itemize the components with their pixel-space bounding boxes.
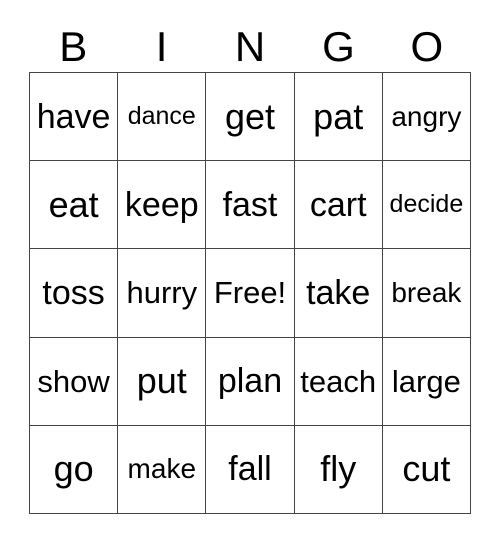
bingo-cell-label: Free!	[213, 275, 287, 311]
bingo-cell-label: toss	[42, 273, 105, 312]
bingo-cell[interactable]: fast	[206, 161, 295, 250]
bingo-cell-label: hurry	[126, 275, 198, 311]
bingo-cell-label: pat	[313, 95, 364, 137]
bingo-cell-label: fly	[320, 448, 357, 490]
header-letter-g: G	[322, 23, 355, 70]
bingo-cell-label: go	[53, 448, 94, 490]
bingo-cell[interactable]: break	[382, 249, 471, 338]
header-letter-o: O	[410, 23, 444, 70]
bingo-cell[interactable]: hurry	[118, 249, 207, 338]
bingo-cell-label: angry	[391, 100, 462, 132]
bingo-cell-label: break	[391, 276, 462, 308]
bingo-cell[interactable]: large	[382, 337, 471, 426]
bingo-free-cell[interactable]: Free!	[206, 249, 295, 338]
bingo-cell-label: cut	[402, 448, 451, 490]
bingo-cell[interactable]: toss	[30, 249, 119, 338]
bingo-cell-label: cart	[309, 185, 367, 224]
bingo-cell[interactable]: pat	[294, 73, 383, 162]
bingo-cell-label: large	[391, 363, 461, 399]
bingo-cell[interactable]: fly	[294, 425, 383, 514]
header-letter-i: I	[155, 23, 168, 70]
bingo-cell[interactable]: cut	[382, 425, 471, 514]
bingo-cell[interactable]: have	[30, 73, 119, 162]
bingo-cell-label: decide	[389, 190, 464, 219]
bingo-cell-label: dance	[127, 102, 196, 131]
bingo-card: B I N G O have dance get pat angry eat keep fas…	[0, 0, 500, 544]
bingo-cell[interactable]: keep	[118, 161, 207, 250]
bingo-grid: have dance get pat angry eat keep fast cart decid…	[29, 72, 471, 514]
bingo-cell-label: put	[136, 360, 187, 402]
bingo-cell[interactable]: dance	[118, 73, 207, 162]
bingo-cell[interactable]: make	[118, 425, 207, 514]
bingo-cell[interactable]: go	[30, 425, 119, 514]
bingo-cell-label: have	[36, 97, 111, 136]
header-letter-b: B	[59, 23, 88, 70]
bingo-cell[interactable]: plan	[206, 337, 295, 426]
bingo-cell-label: take	[306, 273, 371, 312]
bingo-cell[interactable]: get	[206, 73, 295, 162]
bingo-cell-label: plan	[217, 362, 283, 401]
bingo-cell-label: get	[224, 95, 276, 137]
bingo-cell-label: eat	[48, 183, 99, 225]
bingo-cell[interactable]: decide	[382, 161, 471, 250]
bingo-cell[interactable]: angry	[382, 73, 471, 162]
bingo-cell[interactable]: cart	[294, 161, 383, 250]
bingo-cell-label: teach	[300, 363, 377, 399]
bingo-cell-label: keep	[124, 185, 199, 224]
header-letter-n: N	[234, 23, 266, 70]
bingo-cell[interactable]: put	[118, 337, 207, 426]
bingo-cell-label: fall	[228, 450, 272, 489]
bingo-cell[interactable]: eat	[30, 161, 119, 250]
bingo-cell-label: show	[37, 363, 110, 399]
bingo-cell-label: make	[127, 453, 197, 485]
bingo-cell[interactable]: take	[294, 249, 383, 338]
bingo-header-row: B I N G O	[29, 22, 471, 72]
bingo-cell[interactable]: show	[30, 337, 119, 426]
bingo-cell-label: fast	[222, 185, 278, 224]
bingo-cell[interactable]: fall	[206, 425, 295, 514]
bingo-cell[interactable]: teach	[294, 337, 383, 426]
